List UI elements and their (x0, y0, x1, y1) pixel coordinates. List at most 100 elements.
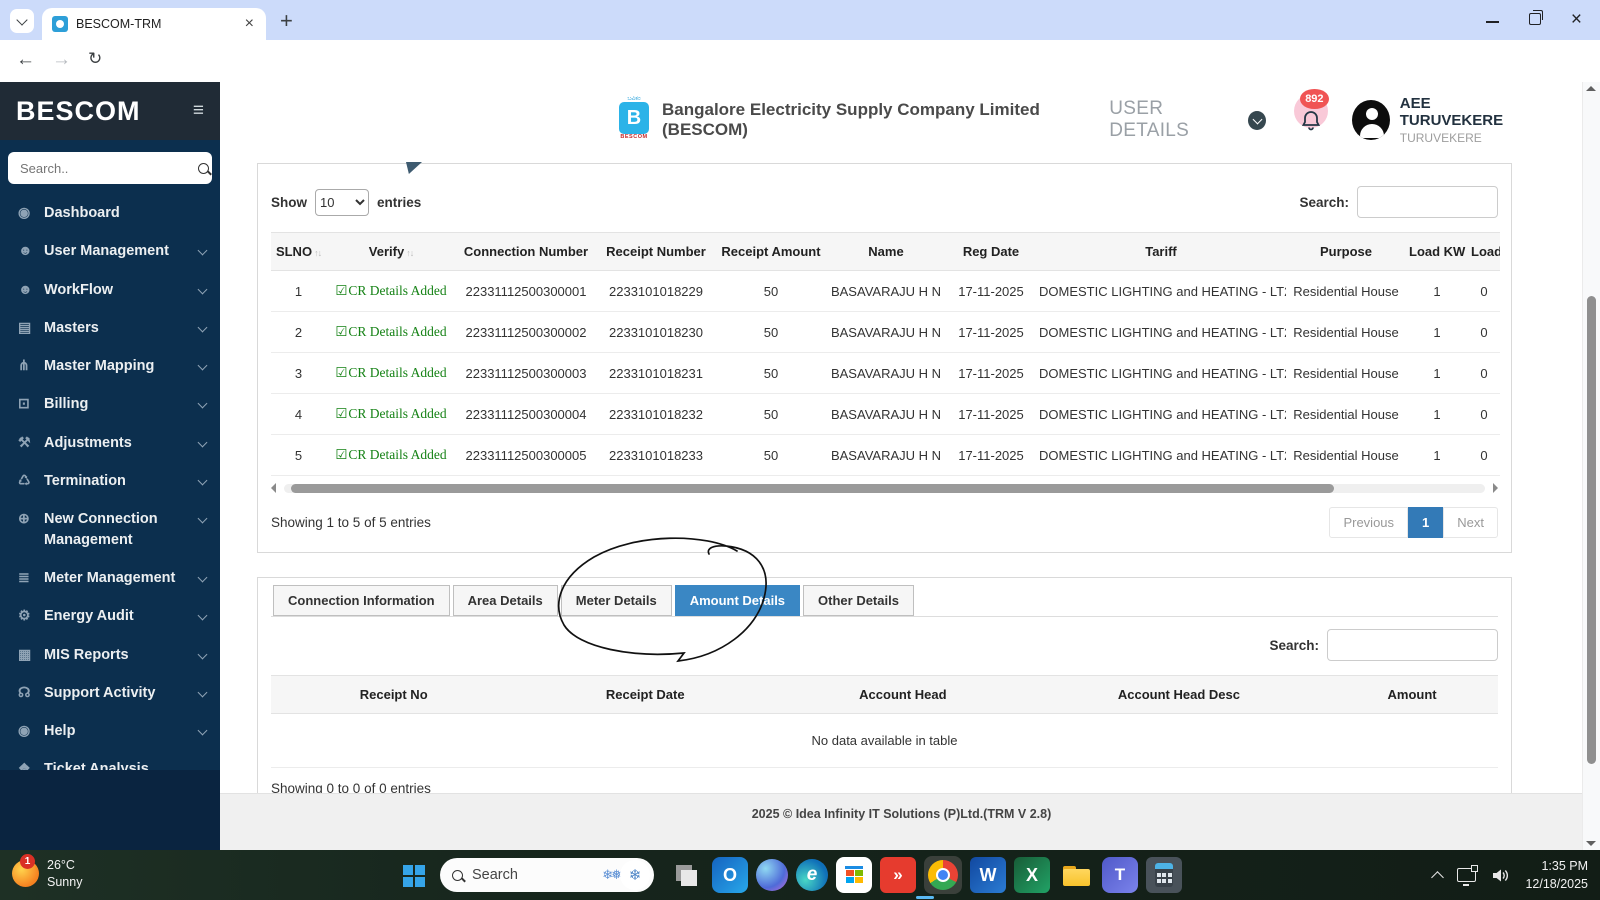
report-search-input[interactable] (1357, 186, 1498, 218)
tab-amount-details[interactable]: Amount Details (674, 585, 801, 616)
sidebar-search-input[interactable] (18, 159, 198, 177)
red-app-icon[interactable]: » (880, 857, 916, 893)
column-header-load[interactable]: Load (1468, 232, 1500, 271)
sidebar-footer-strip (0, 770, 220, 850)
sidebar-search[interactable] (8, 152, 212, 184)
verify-status: ☑CR Details Added (335, 406, 447, 421)
sidebar-item-user-management[interactable]: ☻ User Management (0, 232, 220, 270)
copilot-icon[interactable] (756, 859, 788, 891)
teams-icon[interactable]: T (1102, 857, 1138, 893)
start-button[interactable] (403, 865, 425, 887)
taskbar-search[interactable]: Search ❄❅ ❄ (440, 858, 654, 892)
table-row[interactable]: 1 ☑CR Details Added 22331112500300001 22331… (271, 270, 1500, 312)
hamburger-menu-icon[interactable]: ≡ (193, 100, 204, 122)
column-header-reg-date[interactable]: Reg Date (946, 232, 1036, 271)
sidebar-item-termination[interactable]: ♺ Termination (0, 462, 220, 500)
column-header-slno[interactable]: SLNO ↑↓ (271, 232, 326, 271)
forward-button[interactable]: → (52, 49, 71, 71)
scroll-left-arrow[interactable] (271, 483, 276, 493)
browser-tab-strip: BESCOM-TRM × + × (0, 0, 1600, 40)
taskbar-search-placeholder: Search (472, 867, 518, 883)
tab-meter-details[interactable]: Meter Details (560, 585, 672, 616)
browser-tab[interactable]: BESCOM-TRM × (42, 8, 266, 40)
column-header-name[interactable]: Name (826, 232, 946, 271)
table-row[interactable]: 2 ☑CR Details Added 22331112500300002 22331… (271, 311, 1500, 353)
column-header-amount[interactable]: Amount (1326, 675, 1498, 714)
table-row[interactable]: 5 ☑CR Details Added 22331112500300005 22331… (271, 434, 1500, 476)
tab-search-button[interactable] (10, 9, 34, 33)
entries-label: entries (377, 194, 422, 210)
microsoft-store-icon[interactable] (836, 857, 872, 893)
next-page-button[interactable]: Next (1443, 507, 1498, 538)
weather-widget[interactable]: 1 26°C Sunny (12, 854, 82, 891)
sidebar-item-new-connection-management[interactable]: ⊕ New Connection Management (0, 500, 220, 559)
column-header-account-head-desc[interactable]: Account Head Desc (1031, 675, 1327, 714)
scroll-down-arrow[interactable] (1586, 841, 1596, 846)
sidebar-item-support-activity[interactable]: ☊ Support Activity (0, 674, 220, 712)
column-header-verify[interactable]: Verify ↑↓ (326, 232, 456, 271)
sidebar-item-master-mapping[interactable]: ⋔ Master Mapping (0, 347, 220, 385)
sidebar-item-energy-audit[interactable]: ⚙ Energy Audit (0, 597, 220, 635)
scroll-up-arrow[interactable] (1586, 86, 1596, 91)
new-tab-button[interactable]: + (280, 8, 293, 34)
calculator-icon[interactable] (1146, 857, 1182, 893)
amount-search-input[interactable] (1327, 629, 1498, 661)
check-icon: ☑ (335, 406, 348, 421)
horizontal-scrollbar[interactable] (271, 482, 1498, 495)
tab-other-details[interactable]: Other Details (803, 585, 914, 616)
sidebar-item-billing[interactable]: ⊡ Billing (0, 385, 220, 423)
vertical-scrollbar-thumb[interactable] (1587, 296, 1596, 764)
window-restore-button[interactable] (1528, 10, 1543, 25)
reload-button[interactable]: ↻ (88, 49, 102, 69)
check-icon: ☑ (335, 324, 348, 339)
browser-toolbar: ← → ↻ bescom.trm.ieasybill.com/Completio… (0, 40, 1600, 117)
column-header-receipt-no[interactable]: Receipt No (271, 675, 517, 714)
edge-icon[interactable]: e (796, 859, 828, 891)
volume-icon[interactable] (1491, 868, 1510, 883)
tab-area-details[interactable]: Area Details (452, 585, 558, 616)
page-size-select[interactable]: 10 (315, 188, 369, 216)
sidebar-item-workflow[interactable]: ☻ WorkFlow (0, 271, 220, 309)
sidebar-item-adjustments[interactable]: ⚒ Adjustments (0, 424, 220, 462)
column-header-receipt-amount[interactable]: Receipt Amount (716, 232, 826, 271)
sidebar-item-dashboard[interactable]: ◉ Dashboard (0, 194, 220, 232)
clock[interactable]: 1:35 PM 12/18/2025 (1525, 857, 1588, 893)
notifications-button[interactable]: 892 (1292, 89, 1336, 144)
task-view-icon[interactable] (668, 857, 704, 893)
outlook-icon[interactable]: O (712, 857, 748, 893)
sidebar-item-label: Meter Management (44, 569, 176, 586)
word-icon[interactable]: W (970, 857, 1006, 893)
file-explorer-icon[interactable] (1058, 857, 1094, 893)
tab-close-icon[interactable]: × (243, 16, 256, 32)
sidebar-item-meter-management[interactable]: ≣ Meter Management (0, 559, 220, 597)
tray-overflow-icon[interactable] (1431, 870, 1445, 884)
completion-report-table: SLNO ↑↓ Verify ↑↓ Connection Number Receipt N… (271, 232, 1500, 476)
column-header-tariff[interactable]: Tariff (1036, 232, 1286, 271)
column-header-connection-number[interactable]: Connection Number (456, 232, 596, 271)
table-row[interactable]: 3 ☑CR Details Added 22331112500300003 22331… (271, 352, 1500, 394)
window-minimize-button[interactable] (1485, 21, 1499, 23)
sidebar-item-help[interactable]: ◉ Help (0, 712, 220, 750)
user-details-dropdown[interactable]: USER DETAILS (1109, 98, 1267, 142)
window-close-button[interactable]: × (1571, 10, 1582, 29)
table-row[interactable]: 4 ☑CR Details Added 22331112500300004 22331… (271, 393, 1500, 435)
chrome-icon-active[interactable] (916, 856, 962, 899)
excel-icon[interactable]: X (1014, 857, 1050, 893)
column-header-account-head[interactable]: Account Head (774, 675, 1032, 714)
column-header-receipt-number[interactable]: Receipt Number (596, 232, 716, 271)
column-header-load-kw[interactable]: Load KW (1406, 232, 1468, 271)
previous-page-button[interactable]: Previous (1329, 507, 1409, 538)
sidebar-item-masters[interactable]: ▤ Masters (0, 309, 220, 347)
tab-connection-information[interactable]: Connection Information (273, 585, 450, 616)
back-button[interactable]: ← (16, 49, 35, 71)
vertical-scrollbar[interactable] (1582, 82, 1600, 850)
column-header-purpose[interactable]: Purpose (1286, 232, 1406, 271)
page-1-button[interactable]: 1 (1408, 507, 1444, 538)
weather-badge: 1 (20, 854, 35, 870)
column-header-receipt-date[interactable]: Receipt Date (516, 675, 775, 714)
network-icon[interactable] (1457, 865, 1479, 886)
horizontal-scrollbar-thumb[interactable] (291, 484, 1334, 493)
sidebar-item-mis-reports[interactable]: ▦ MIS Reports (0, 636, 220, 674)
user-avatar[interactable] (1351, 100, 1390, 140)
scroll-right-arrow[interactable] (1493, 483, 1498, 493)
